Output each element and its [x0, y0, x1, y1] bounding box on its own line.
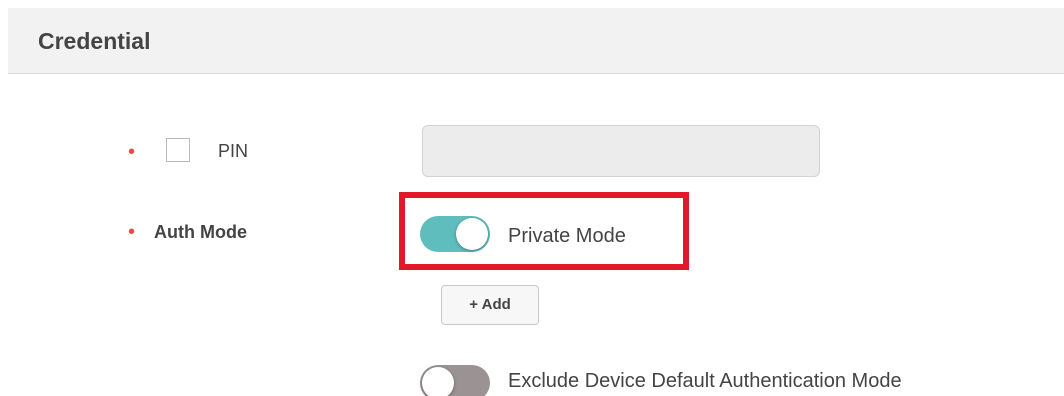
- top-cut-off-row: [0, 0, 1064, 8]
- add-auth-mode-button[interactable]: + Add: [441, 285, 539, 325]
- exclude-default-auth-label: Exclude Device Default Authentication Mo…: [508, 370, 902, 392]
- section-header: Credential: [8, 8, 1064, 74]
- toggle-knob: [422, 367, 454, 396]
- section-title: Credential: [38, 28, 151, 54]
- pin-label: PIN: [218, 141, 249, 161]
- credential-panel: Credential • PIN • Auth Mode Private Mod…: [0, 0, 1064, 396]
- highlight-box: [399, 192, 689, 270]
- auth-mode-required-marker: •: [128, 221, 136, 243]
- exclude-default-auth-toggle[interactable]: [420, 365, 490, 396]
- auth-mode-label: Auth Mode: [154, 222, 247, 242]
- pin-required-marker: •: [128, 141, 136, 163]
- pin-input[interactable]: [422, 125, 820, 177]
- pin-checkbox[interactable]: [166, 138, 190, 162]
